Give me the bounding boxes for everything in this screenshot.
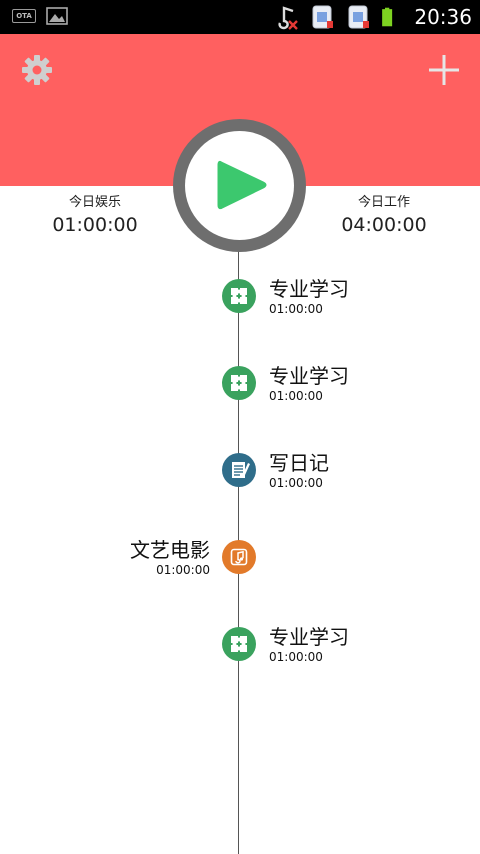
- play-button-inner: [185, 131, 294, 240]
- timeline-item-time: 01:00:00: [156, 563, 210, 577]
- timeline-item-time: 01:00:00: [269, 302, 323, 316]
- play-button[interactable]: [173, 119, 306, 252]
- ota-icon: OTA: [12, 9, 36, 23]
- sim-card-1-icon: [312, 5, 334, 29]
- notepad-icon: [232, 462, 250, 478]
- battery-icon: [382, 7, 393, 27]
- today-work-stat: 今日工作 04:00:00: [314, 191, 454, 236]
- puzzle-icon: [231, 636, 247, 652]
- timeline-item-study-2-text: 专业学习 01:00:00: [269, 364, 349, 404]
- timeline-item-diary[interactable]: [222, 453, 256, 487]
- timeline-item-study-1-text: 专业学习 01:00:00: [269, 277, 349, 317]
- timeline-item-study-1[interactable]: [222, 279, 256, 313]
- timeline-item-diary-text: 写日记 01:00:00: [269, 451, 329, 491]
- music-muted-icon: [278, 6, 299, 30]
- timeline-item-title: 专业学习: [269, 625, 349, 649]
- play-icon: [217, 160, 267, 210]
- settings-gear-icon[interactable]: [20, 53, 54, 87]
- today-work-label: 今日工作: [357, 195, 410, 210]
- timeline-item-title: 专业学习: [269, 364, 349, 388]
- today-work-value: 04:00:00: [341, 214, 427, 236]
- timeline-item-movie[interactable]: [222, 540, 256, 574]
- timeline-item-study-2[interactable]: [222, 366, 256, 400]
- timeline-item-time: 01:00:00: [269, 476, 323, 490]
- puzzle-icon: [231, 288, 247, 304]
- status-bar: OTA 20:36: [0, 0, 480, 34]
- timeline-item-study-3-text: 专业学习 01:00:00: [269, 625, 349, 665]
- music-note-icon: [230, 548, 248, 566]
- add-plus-icon[interactable]: [427, 53, 461, 87]
- timeline-item-title: 文艺电影: [130, 538, 210, 562]
- timeline-item-title: 写日记: [269, 451, 329, 475]
- puzzle-icon: [231, 375, 247, 391]
- clock-time: 20:36: [414, 5, 472, 29]
- timeline-item-study-3[interactable]: [222, 627, 256, 661]
- timeline-item-time: 01:00:00: [269, 389, 323, 403]
- today-entertainment-stat: 今日娱乐 01:00:00: [25, 191, 165, 236]
- sim-card-2-icon: [348, 5, 370, 29]
- today-entertainment-label: 今日娱乐: [68, 195, 121, 210]
- timeline-item-movie-text: 文艺电影 01:00:00: [130, 538, 210, 578]
- timeline-item-title: 专业学习: [269, 277, 349, 301]
- timeline-item-time: 01:00:00: [269, 650, 323, 664]
- image-icon: [46, 7, 68, 25]
- today-entertainment-value: 01:00:00: [52, 214, 138, 236]
